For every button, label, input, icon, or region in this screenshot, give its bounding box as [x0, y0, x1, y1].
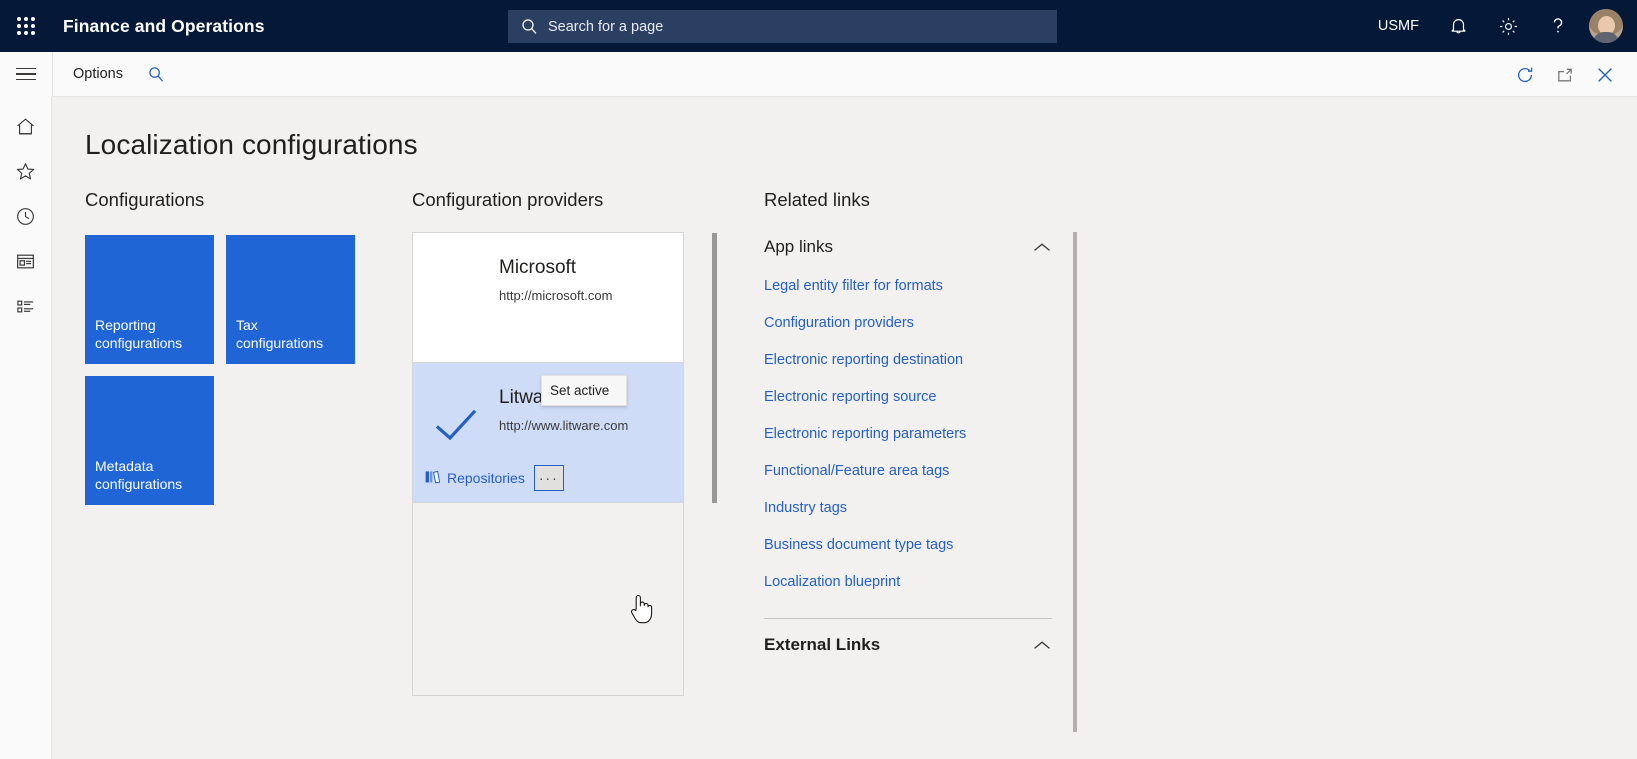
- sidebar-item-workspaces[interactable]: [0, 239, 52, 284]
- app-launcher-button[interactable]: [0, 0, 52, 52]
- top-navigation-bar: Finance and Operations Search for a page…: [0, 0, 1637, 52]
- chevron-up-icon[interactable]: [1032, 639, 1052, 652]
- sidebar-item-modules[interactable]: [0, 284, 52, 329]
- settings-icon[interactable]: [1483, 0, 1533, 52]
- command-bar: Options: [0, 51, 1637, 97]
- provider-more-button[interactable]: ···: [533, 465, 564, 491]
- sidebar-item-favorites[interactable]: [0, 149, 52, 194]
- related-link-electronic-reporting-destination[interactable]: Electronic reporting destination: [764, 352, 963, 368]
- repositories-label: Repositories: [447, 470, 525, 486]
- related-links-group-title: External Links: [764, 635, 881, 654]
- related-link-business-document-type-tags[interactable]: Business document type tags: [764, 537, 953, 553]
- left-navigation-rail: [0, 97, 52, 759]
- related-link-configuration-providers[interactable]: Configuration providers: [764, 315, 914, 331]
- tile-label: Metadata configurations: [95, 458, 183, 492]
- context-menu-item-set-active[interactable]: Set active: [542, 383, 609, 398]
- provider-context-menu: Set active: [541, 375, 627, 406]
- configurations-heading: Configurations: [85, 189, 205, 210]
- provider-name: Microsoft: [499, 257, 577, 278]
- close-icon[interactable]: [1585, 52, 1625, 97]
- related-link-legal-entity-filter[interactable]: Legal entity filter for formats: [764, 278, 943, 294]
- configuration-providers-section: Configuration providers Microsoft http:/…: [412, 189, 752, 696]
- configuration-providers-heading: Configuration providers: [412, 189, 604, 210]
- related-links-section: Related links App links Legal entity fil…: [764, 189, 1094, 655]
- repositories-link[interactable]: Repositories: [425, 470, 525, 487]
- navigation-menu-button[interactable]: [0, 51, 52, 97]
- provider-url: http://www.litware.com: [499, 418, 629, 433]
- tile-metadata-configurations[interactable]: Metadata configurations: [85, 376, 214, 505]
- related-links-scrollbar[interactable]: [1073, 232, 1077, 732]
- repositories-icon: [425, 470, 441, 487]
- refresh-icon[interactable]: [1505, 52, 1545, 97]
- page-title: Localization configurations: [85, 129, 418, 160]
- global-search-box[interactable]: Search for a page: [508, 10, 1057, 43]
- related-links-group-title: App links: [764, 237, 833, 256]
- related-links-group-app-links[interactable]: App links: [764, 237, 1052, 257]
- company-selector[interactable]: USMF: [1378, 18, 1419, 34]
- options-button[interactable]: Options: [67, 61, 129, 87]
- related-link-functional-feature-area-tags[interactable]: Functional/Feature area tags: [764, 463, 949, 479]
- provider-actions: Repositories ···: [425, 465, 564, 491]
- tile-label: Reporting configurations: [95, 317, 183, 351]
- related-links-divider: [764, 618, 1052, 619]
- open-in-new-window-icon[interactable]: [1545, 52, 1585, 97]
- filter-search-icon[interactable]: [148, 66, 165, 83]
- checkmark-icon: [435, 409, 477, 443]
- providers-scrollbar-thumb[interactable]: [712, 233, 717, 503]
- chevron-up-icon[interactable]: [1032, 241, 1052, 254]
- related-link-electronic-reporting-source[interactable]: Electronic reporting source: [764, 389, 936, 405]
- related-links-scrollbar-thumb[interactable]: [1073, 232, 1077, 732]
- navigation-menu-icon: [16, 64, 36, 85]
- related-link-electronic-reporting-parameters[interactable]: Electronic reporting parameters: [764, 426, 966, 442]
- help-icon[interactable]: [1533, 0, 1583, 52]
- provider-card-microsoft[interactable]: Microsoft http://microsoft.com: [413, 233, 683, 363]
- related-links-group-external-links[interactable]: External Links: [764, 635, 1052, 655]
- related-link-localization-blueprint[interactable]: Localization blueprint: [764, 574, 900, 590]
- sidebar-item-home[interactable]: [0, 104, 52, 149]
- configurations-tile-grid: Reporting configurations Tax configurati…: [85, 235, 375, 505]
- related-link-industry-tags[interactable]: Industry tags: [764, 500, 847, 516]
- global-search-placeholder: Search for a page: [548, 18, 664, 35]
- command-bar-right-group: [1505, 52, 1637, 97]
- tile-tax-configurations[interactable]: Tax configurations: [226, 235, 355, 364]
- tile-label: Tax configurations: [236, 317, 324, 351]
- sidebar-item-recent[interactable]: [0, 194, 52, 239]
- workspace-content: Localization configurations Configuratio…: [52, 97, 1637, 759]
- related-links-heading: Related links: [764, 189, 870, 210]
- tile-reporting-configurations[interactable]: Reporting configurations: [85, 235, 214, 364]
- configurations-section: Configurations Reporting configurations …: [85, 189, 405, 505]
- app-launcher-icon: [17, 17, 35, 35]
- provider-url: http://microsoft.com: [499, 288, 613, 303]
- command-bar-divider: [52, 51, 53, 97]
- app-title: Finance and Operations: [63, 15, 265, 36]
- search-icon: [521, 18, 538, 35]
- providers-scrollbar[interactable]: [712, 233, 717, 697]
- notifications-icon[interactable]: [1433, 0, 1483, 52]
- topbar-right-group: USMF: [1378, 0, 1637, 52]
- avatar-body: [1593, 32, 1619, 43]
- configuration-providers-list: Microsoft http://microsoft.com Litware, …: [412, 232, 717, 696]
- user-avatar[interactable]: [1589, 9, 1623, 43]
